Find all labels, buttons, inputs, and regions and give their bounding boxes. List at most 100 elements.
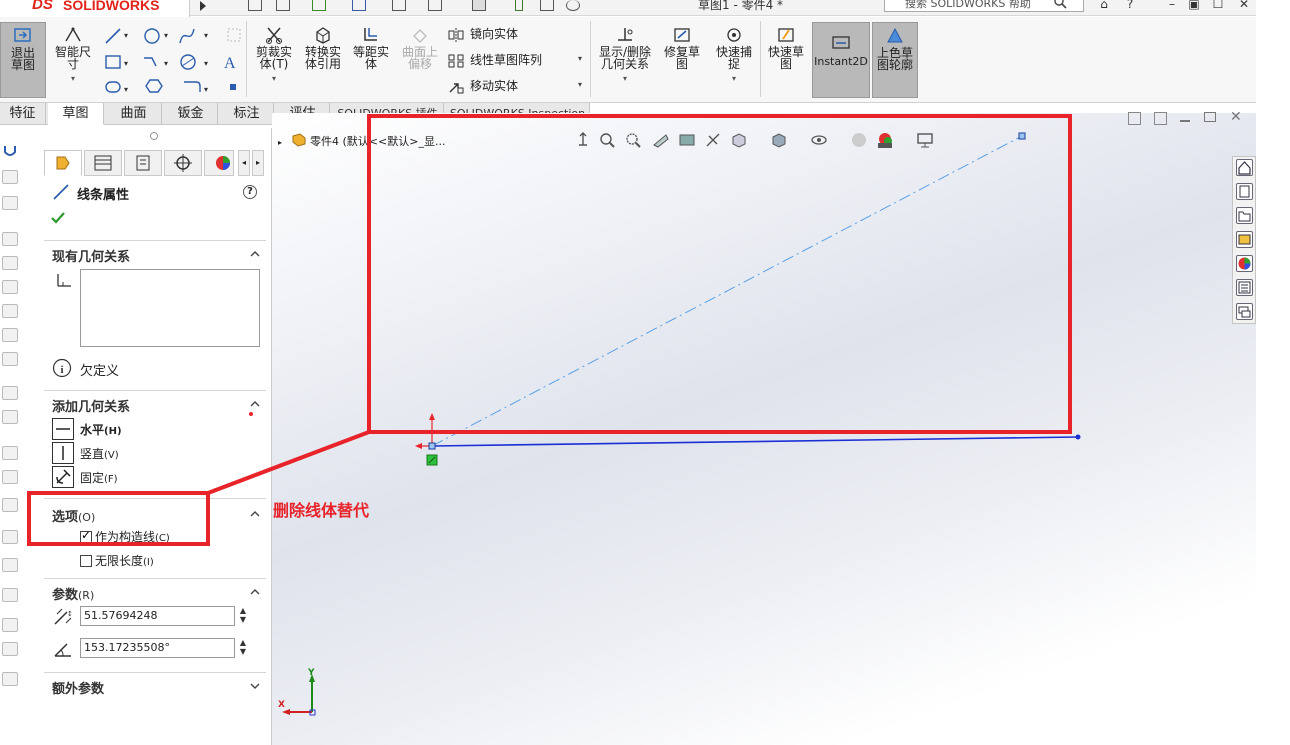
add-relations-title[interactable]: 添加几何关系	[52, 396, 130, 415]
maximize-icon[interactable]: ☐	[1210, 0, 1226, 12]
custom-properties-icon[interactable]	[1236, 279, 1253, 296]
extra-parameters-title[interactable]: 额外参数	[52, 678, 104, 697]
cut-extrude-icon[interactable]	[2, 304, 18, 318]
open-icon[interactable]	[312, 0, 326, 11]
move-dropdown-arrow-icon[interactable]: ▾	[578, 80, 582, 89]
convert-entities-button[interactable]: 转换实体引用	[300, 26, 346, 70]
tab-sheet-metal[interactable]: 钣金	[164, 103, 218, 125]
construction-checkbox[interactable]	[80, 528, 92, 543]
view-palette-icon[interactable]	[1236, 231, 1253, 248]
infinite-length-checkbox[interactable]	[80, 555, 92, 567]
viewport-expand-icon[interactable]	[1154, 112, 1167, 125]
search-icon[interactable]	[1053, 0, 1067, 9]
home-icon[interactable]	[248, 0, 262, 11]
infinite-length-option[interactable]: 无限长度(I)	[80, 552, 154, 568]
minimize-icon[interactable]: –	[1164, 0, 1180, 12]
tab-configuration-manager[interactable]	[124, 150, 162, 176]
appearances-scenes-icon[interactable]	[1236, 255, 1253, 272]
help-icon[interactable]: ?	[1122, 0, 1138, 12]
cut-revolve-icon[interactable]	[2, 328, 18, 342]
rebuild-icon[interactable]	[515, 0, 523, 11]
tab-scroll-left-icon[interactable]: ◂	[238, 150, 250, 176]
display-style-icon[interactable]	[730, 131, 748, 149]
dome-icon[interactable]	[2, 672, 18, 686]
length-input[interactable]: 51.57694248	[80, 606, 235, 626]
ok-checkmark-icon[interactable]	[50, 210, 66, 226]
instant3d-icon[interactable]	[2, 588, 18, 602]
boundary-icon[interactable]	[2, 280, 18, 294]
solidworks-resources-icon[interactable]	[1236, 159, 1253, 176]
section-view-icon[interactable]	[652, 131, 670, 149]
viewport-collapse-icon[interactable]	[1128, 112, 1141, 125]
offset-on-surface-button[interactable]: 曲面上偏移	[398, 26, 442, 70]
linear-pattern-button[interactable]: 线性草图阵列	[448, 51, 542, 69]
tab-dimxpert-manager[interactable]	[164, 150, 202, 176]
smart-dimension-button[interactable]: 智能尺寸 ▾	[50, 26, 96, 85]
graphics-area[interactable]	[272, 113, 1256, 745]
options-title[interactable]: 选项(O)	[52, 506, 95, 525]
pattern-dropdown-arrow-icon[interactable]: ▾	[578, 54, 582, 63]
move-entities-button[interactable]: 移动实体	[448, 77, 518, 95]
quick-snaps-button[interactable]: 快速捕捉 ▾	[710, 26, 758, 85]
angle-input[interactable]: 153.17235508°	[80, 638, 235, 658]
tab-markup[interactable]: 标注	[220, 103, 274, 125]
dynamic-annotation-icon[interactable]	[678, 131, 696, 149]
fillet-icon[interactable]	[2, 386, 18, 400]
angle-spinner[interactable]: ▲ ▼	[237, 638, 249, 658]
mirror-feature-icon[interactable]	[2, 498, 18, 512]
zoom-to-fit-icon[interactable]	[574, 131, 592, 149]
cut-sweep-icon[interactable]	[2, 352, 18, 366]
restore-icon[interactable]: ▣	[1186, 0, 1202, 12]
dropdown-arrow-icon[interactable]: ▾	[250, 73, 298, 85]
reference-geometry-icon[interactable]	[2, 530, 18, 544]
rapid-sketch-button[interactable]: 快速草图	[764, 26, 808, 70]
curves-icon[interactable]	[2, 558, 18, 572]
loft-icon[interactable]	[2, 256, 18, 270]
draft-icon[interactable]	[2, 642, 18, 656]
shaded-sketch-contours-button[interactable]: 上色草图轮廓	[872, 22, 918, 98]
edit-appearance-icon[interactable]	[810, 131, 828, 149]
magnet-icon[interactable]	[2, 144, 18, 158]
repair-sketch-button[interactable]: 修复草图	[660, 26, 704, 70]
collapse-chevron-icon[interactable]	[249, 398, 261, 410]
apply-scene-icon[interactable]	[850, 131, 868, 149]
extrude-icon[interactable]	[2, 170, 18, 184]
mirror-entities-button[interactable]: 镜向实体	[448, 25, 518, 43]
pattern-icon[interactable]	[2, 410, 18, 424]
design-library-icon[interactable]	[1236, 183, 1253, 200]
viewport-close-icon[interactable]: ✕	[1230, 109, 1242, 125]
collapse-chevron-icon[interactable]	[249, 508, 261, 520]
revolve-icon[interactable]	[2, 196, 18, 210]
length-spinner[interactable]: ▲ ▼	[237, 606, 249, 626]
tab-property-manager[interactable]	[84, 150, 122, 176]
file-properties-icon[interactable]	[540, 0, 554, 11]
undo-icon[interactable]	[428, 0, 442, 11]
tab-scroll-right-icon[interactable]: ▸	[252, 150, 264, 176]
zoom-to-area-icon[interactable]	[598, 131, 616, 149]
previous-view-icon[interactable]	[624, 131, 642, 149]
exit-sketch-button[interactable]: 退出草图	[0, 22, 46, 98]
feature-tree-flyout[interactable]: ▸ 零件4 (默认<<默认>_显...	[278, 133, 445, 149]
solidworks-logo[interactable]: DS SOLIDWORKS	[0, 0, 190, 18]
pm-help-icon[interactable]: ?	[243, 185, 257, 199]
parameters-title[interactable]: 参数(R)	[52, 584, 94, 603]
dropdown-arrow-icon[interactable]: ▾	[594, 73, 656, 85]
forum-icon[interactable]	[1236, 303, 1253, 320]
instant2d-button[interactable]: Instant2D	[812, 22, 870, 98]
file-explorer-icon[interactable]	[1236, 207, 1253, 224]
offset-entities-button[interactable]: 等距实体	[348, 26, 394, 70]
monitor-display-icon[interactable]	[916, 131, 934, 149]
shell-icon[interactable]	[2, 470, 18, 484]
tab-display-manager[interactable]	[204, 150, 234, 176]
viewport-restore-icon[interactable]	[1204, 112, 1216, 122]
viewport-minimize-icon[interactable]	[1180, 120, 1190, 122]
existing-relations-list[interactable]	[80, 269, 260, 347]
collapse-chevron-icon[interactable]	[249, 586, 261, 598]
menu-expand-arrow-icon[interactable]	[196, 0, 210, 14]
view-settings-icon[interactable]	[876, 131, 894, 149]
tab-sketch[interactable]: 草图	[48, 103, 104, 125]
tab-surfaces[interactable]: 曲面	[106, 103, 162, 125]
options-gear-icon[interactable]	[566, 0, 580, 11]
construction-option[interactable]: 作为构造线(C)	[80, 528, 170, 544]
collapse-chevron-icon[interactable]	[249, 248, 261, 260]
